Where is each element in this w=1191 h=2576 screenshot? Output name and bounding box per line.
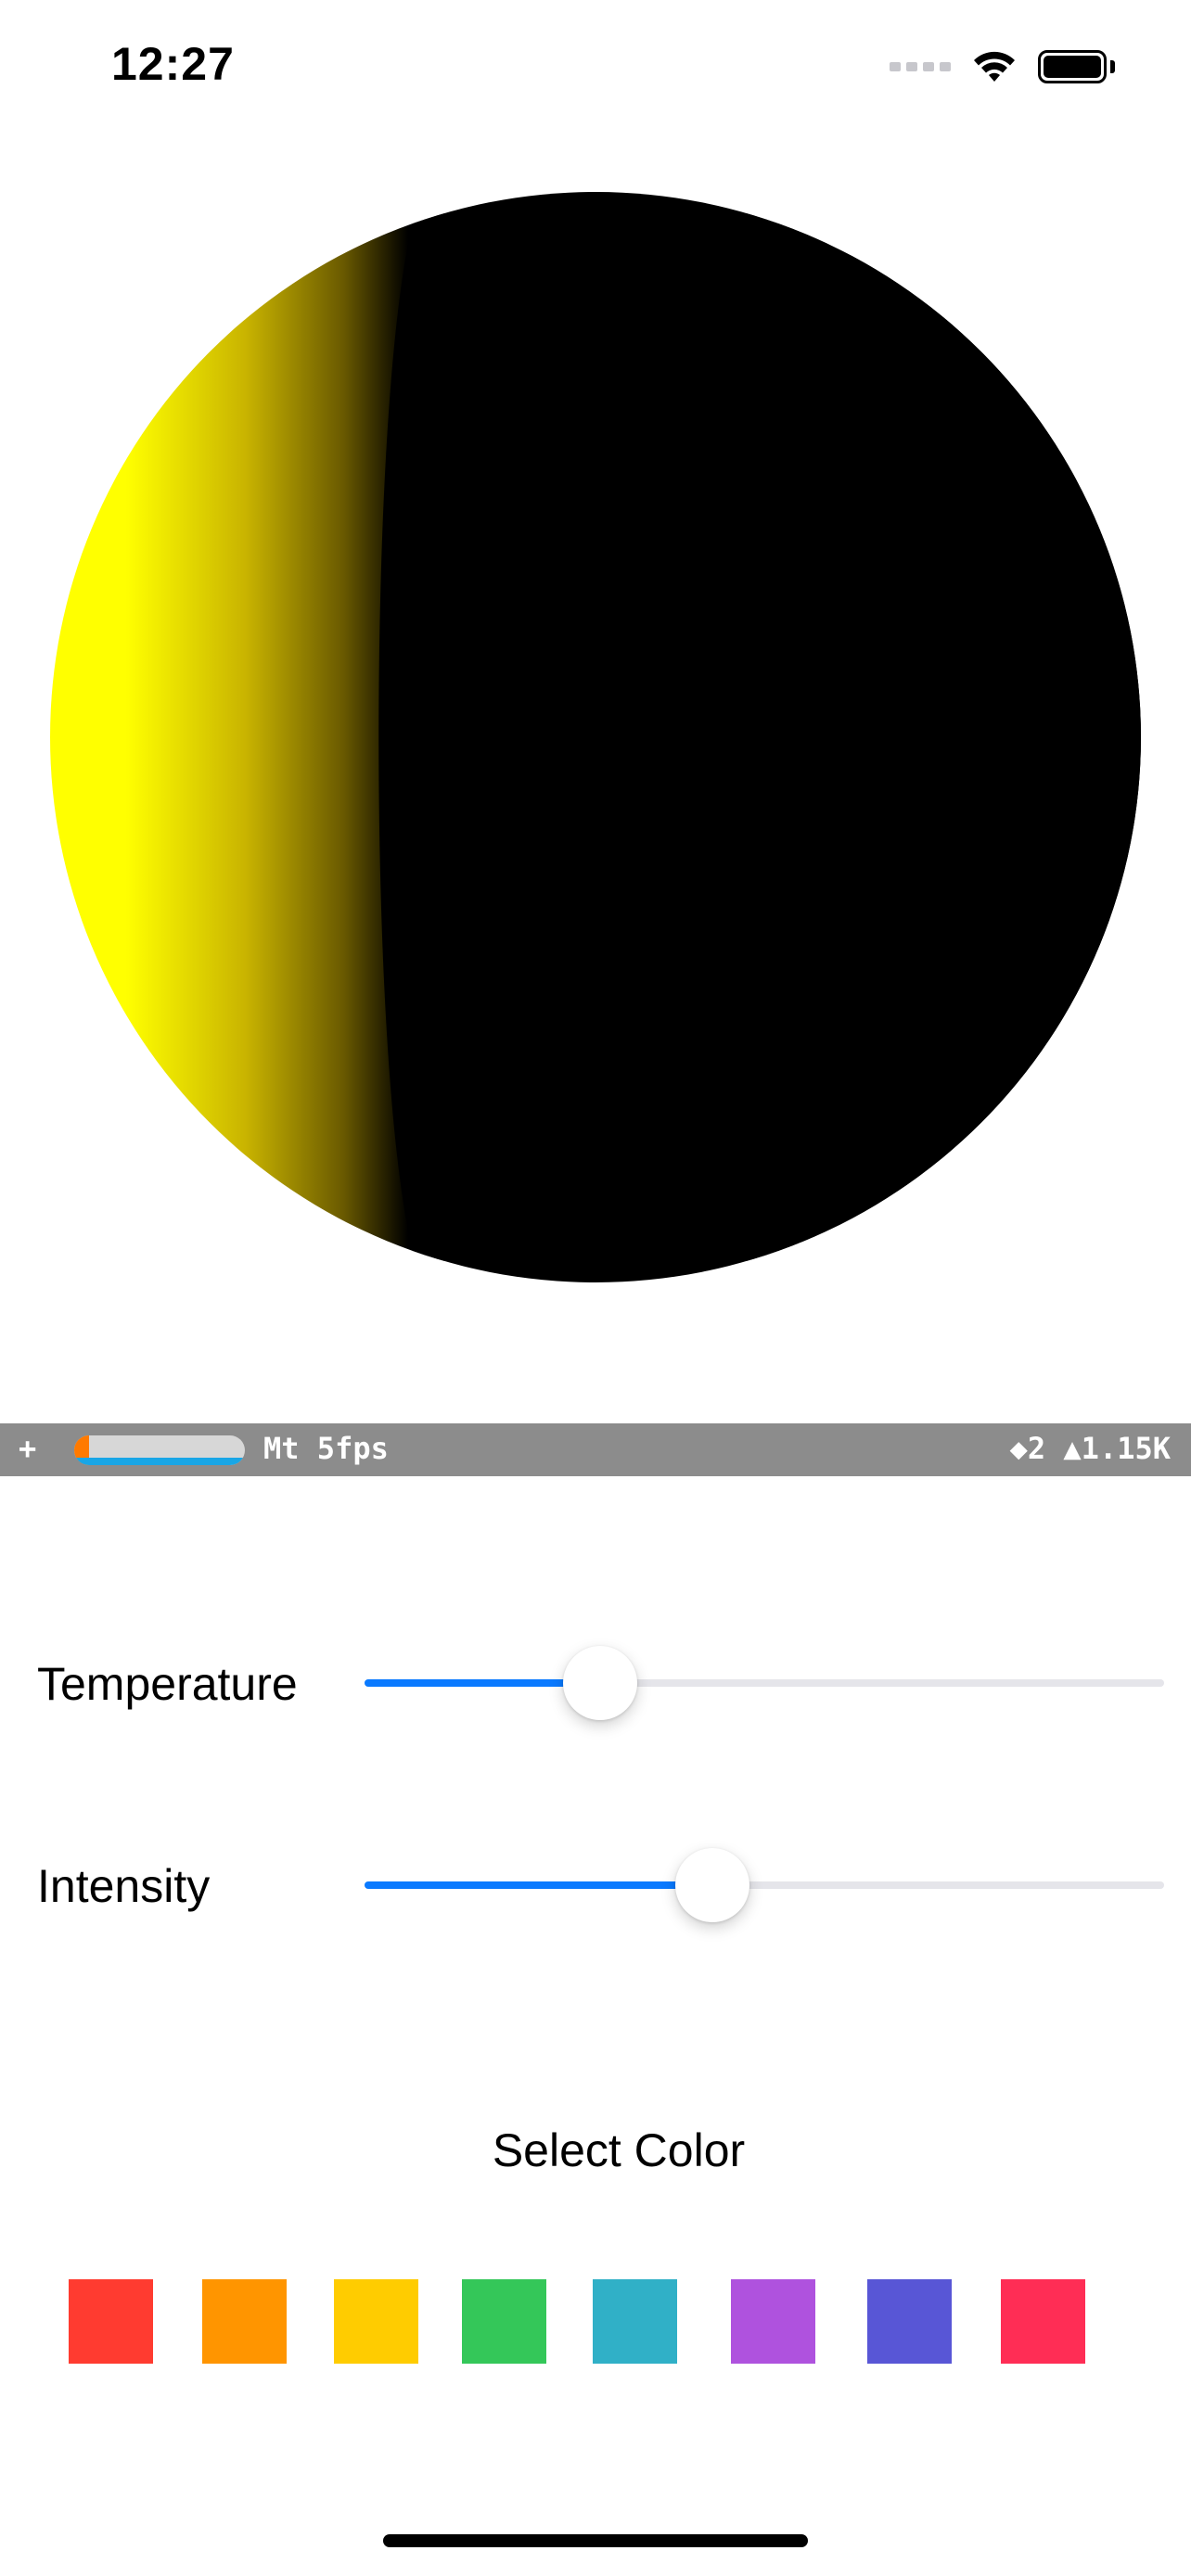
- intensity-slider[interactable]: [365, 1839, 1164, 1932]
- home-indicator[interactable]: [383, 2534, 808, 2547]
- color-swatch-1[interactable]: [69, 2279, 153, 2364]
- scene-counts: ◆2 ▲1.15K: [1009, 1431, 1171, 1466]
- meter-gpu-segment: [74, 1458, 245, 1465]
- color-swatch-6[interactable]: [731, 2279, 815, 2364]
- status-time: 12:27: [111, 38, 235, 90]
- status-icons: [890, 46, 1115, 87]
- temperature-slider[interactable]: [365, 1637, 1164, 1729]
- temperature-label: Temperature: [37, 1658, 298, 1710]
- status-bar: 12:27: [0, 0, 1191, 139]
- shadow-region: [378, 213, 1141, 1261]
- slider-thumb[interactable]: [563, 1646, 637, 1720]
- fps-readout: Mt 5fps: [263, 1431, 389, 1466]
- color-swatch-7[interactable]: [867, 2279, 952, 2364]
- temperature-control: Temperature: [0, 1637, 1191, 1729]
- slider-thumb[interactable]: [675, 1848, 749, 1922]
- select-color-title: Select Color: [492, 2124, 746, 2176]
- slider-fill: [365, 1881, 712, 1889]
- color-swatch-8[interactable]: [1001, 2279, 1085, 2364]
- battery-tip: [1110, 60, 1115, 73]
- sphere-render: [50, 192, 1141, 1282]
- color-swatch-2[interactable]: [202, 2279, 287, 2364]
- cellular-signal-icon: [890, 62, 951, 71]
- color-swatch-4[interactable]: [462, 2279, 546, 2364]
- battery-icon: [1038, 50, 1107, 83]
- intensity-control: Intensity: [0, 1839, 1191, 1932]
- frame-time-meter: [74, 1435, 245, 1465]
- color-swatch-3[interactable]: [334, 2279, 418, 2364]
- intensity-label: Intensity: [37, 1860, 211, 1912]
- wifi-icon: [974, 51, 1015, 82]
- stats-expand-button[interactable]: +: [19, 1431, 36, 1466]
- stats-overlay[interactable]: + Mt 5fps ◆2 ▲1.15K: [0, 1423, 1191, 1476]
- scene-view[interactable]: [0, 139, 1191, 1423]
- color-swatch-5[interactable]: [593, 2279, 677, 2364]
